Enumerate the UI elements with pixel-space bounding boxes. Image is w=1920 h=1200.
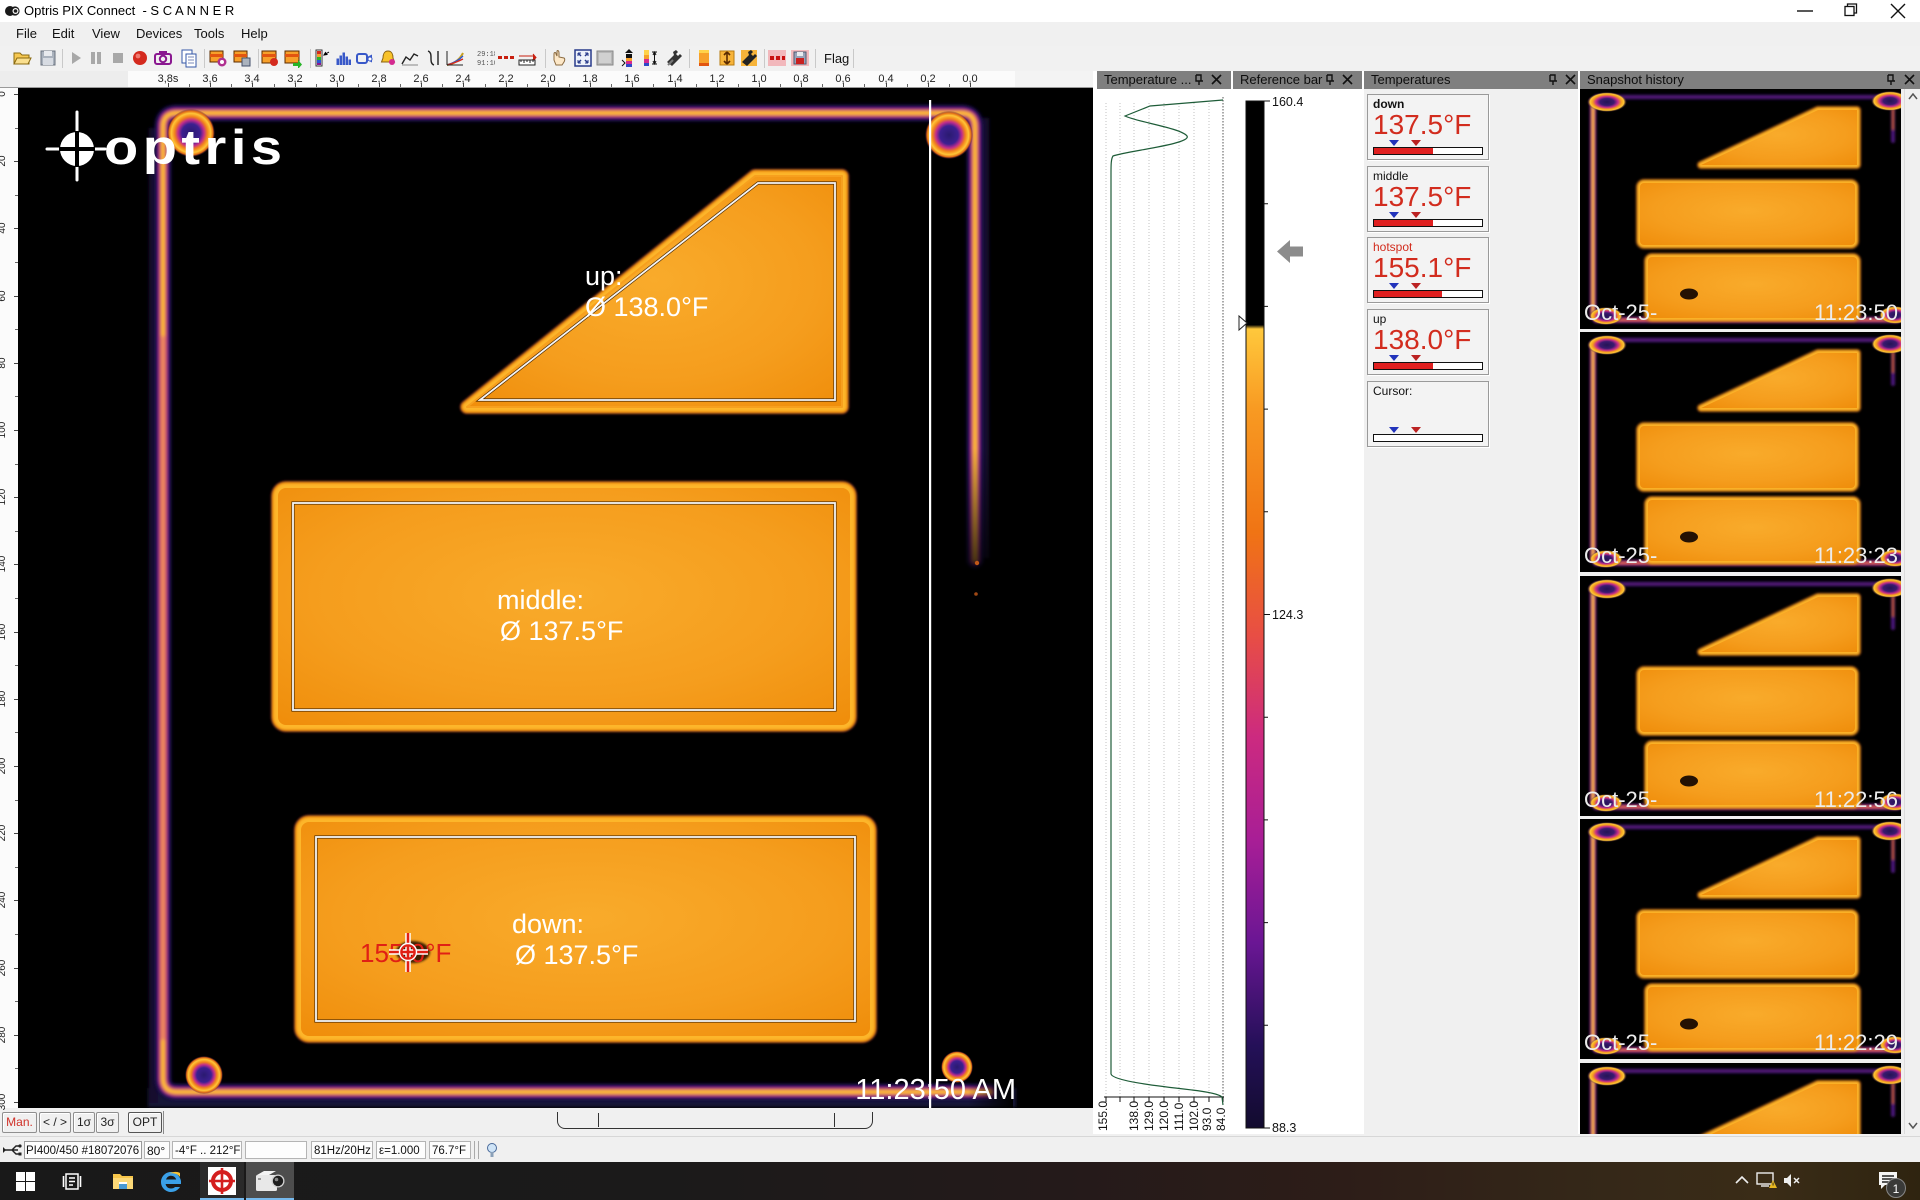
svg-text:111.0: 111.0: [1172, 1102, 1186, 1131]
svg-text:129.0: 129.0: [1142, 1101, 1156, 1131]
svg-text:155.0: 155.0: [1097, 1101, 1110, 1131]
svg-text:120.0: 120.0: [1157, 1101, 1171, 1131]
svg-text:up:: up:: [585, 261, 623, 291]
svg-text:29:18: 29:18: [477, 51, 495, 59]
svg-text:160.4: 160.4: [1272, 95, 1303, 109]
svg-text:middle:: middle:: [497, 585, 584, 615]
svg-text:Ø 137.5°F: Ø 137.5°F: [515, 940, 638, 970]
svg-text:optris: optris: [104, 120, 287, 175]
svg-text:124.3: 124.3: [1272, 608, 1303, 622]
svg-text:91:10: 91:10: [477, 60, 495, 68]
svg-text:88.3: 88.3: [1272, 1121, 1296, 1134]
svg-text:84.0: 84.0: [1214, 1107, 1228, 1131]
svg-text:93.0: 93.0: [1200, 1107, 1214, 1131]
svg-text:Ø 137.5°F: Ø 137.5°F: [500, 616, 623, 646]
svg-text:down:: down:: [512, 909, 584, 939]
svg-text:Ø 138.0°F: Ø 138.0°F: [585, 292, 708, 322]
svg-text:102.0: 102.0: [1187, 1101, 1201, 1131]
svg-text:11:23:50 AM: 11:23:50 AM: [855, 1074, 1016, 1106]
svg-text:138.0: 138.0: [1127, 1101, 1141, 1131]
